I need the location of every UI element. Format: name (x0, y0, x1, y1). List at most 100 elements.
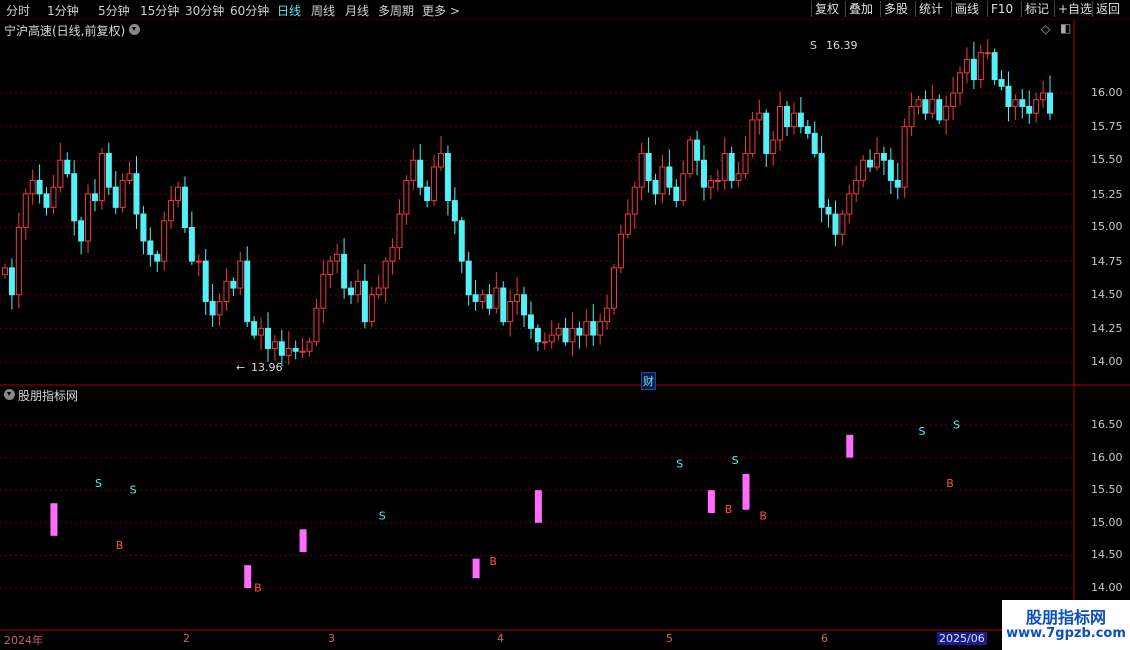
candle-body (583, 321, 590, 336)
candle (479, 289, 486, 310)
candle (112, 171, 119, 215)
high-marker: S (810, 39, 817, 52)
candle-body (749, 119, 756, 155)
candle (417, 144, 424, 196)
f10-button[interactable]: F10 (987, 1, 1016, 17)
mark-button[interactable]: 标记 (1021, 1, 1052, 17)
fuquan-button[interactable]: 复权 (811, 1, 842, 17)
sell-signal: S (676, 457, 683, 470)
sell-signal: S (919, 425, 926, 438)
candle-body (728, 153, 735, 181)
price-tick: 15.50 (1091, 153, 1123, 166)
stats-button[interactable]: 统计 (915, 1, 946, 17)
watermark-title: 股朋指标网 (1025, 608, 1106, 627)
candle-body (784, 105, 791, 128)
candle (313, 298, 320, 346)
candle-body (687, 139, 694, 175)
candle-body (763, 112, 770, 155)
low-arrow-icon: ← (236, 361, 246, 374)
candle (957, 66, 964, 106)
candle-body (223, 280, 230, 302)
candle (922, 90, 929, 120)
overlay-button[interactable]: 叠加 (845, 1, 876, 17)
candle-body (1040, 92, 1047, 101)
candle-body (970, 58, 977, 81)
period-daily[interactable]: 日线 (277, 2, 301, 19)
candlestick-series (2, 39, 1053, 367)
date-cursor-label: 2025/06 (937, 632, 987, 645)
candle-body (991, 52, 998, 81)
candle (78, 216, 85, 255)
candle (901, 118, 908, 198)
candle-body (569, 327, 576, 343)
candle (140, 205, 147, 255)
candle (742, 136, 749, 180)
candle-body (472, 294, 479, 302)
panel-toggle-icon[interactable]: ◧ (1060, 21, 1071, 35)
candle (292, 340, 299, 360)
candle-body (957, 72, 964, 94)
candle-body (479, 294, 486, 302)
candle (368, 286, 375, 328)
candle-body (521, 294, 528, 316)
candle-body (846, 193, 853, 215)
signal-bar (299, 529, 307, 553)
candle (57, 142, 64, 193)
period-more[interactable]: 更多 > (422, 2, 460, 19)
period-30min[interactable]: 30分钟 (185, 2, 224, 19)
period-fenshi[interactable]: 分时 (6, 2, 30, 19)
candle-body (2, 267, 8, 276)
candle-body (368, 294, 375, 323)
period-toolbar: 分时 1分钟 5分钟 15分钟 30分钟 60分钟 日线 周线 月线 多周期 更… (0, 0, 1130, 20)
diamond-icon[interactable]: ◇ (1041, 22, 1050, 36)
candle (728, 146, 735, 189)
indicator-tick: 16.50 (1091, 418, 1123, 431)
candle-body (714, 179, 721, 182)
period-monthly[interactable]: 月线 (345, 2, 369, 19)
candle-body (209, 300, 216, 316)
period-multi[interactable]: 多周期 (378, 2, 414, 19)
candle-body (313, 307, 320, 343)
candle-body (320, 274, 327, 309)
candle-body (873, 153, 880, 168)
candle (873, 137, 880, 172)
candle-body (278, 341, 285, 356)
candle (825, 199, 832, 228)
signal-bar (534, 490, 542, 523)
candle-body (465, 260, 472, 296)
candle (334, 243, 341, 274)
date-label: 2 (183, 632, 190, 645)
candle-body (832, 213, 839, 235)
candle-body (527, 314, 534, 329)
period-5min[interactable]: 5分钟 (98, 2, 130, 19)
candle-body (500, 287, 507, 323)
sell-signal: S (130, 483, 137, 496)
candle (853, 165, 860, 202)
candle-body (334, 253, 341, 262)
period-weekly[interactable]: 周线 (311, 2, 335, 19)
watermark-url: www.7gpzb.com (1006, 626, 1126, 641)
candle-body (410, 159, 417, 181)
candle (320, 259, 327, 323)
candle-body (299, 350, 306, 353)
candle-body (929, 99, 936, 114)
period-1min[interactable]: 1分钟 (47, 2, 79, 19)
candle (382, 257, 389, 303)
low-price-label: 13.96 (251, 361, 283, 374)
indicator-dropdown-icon[interactable] (4, 389, 15, 400)
candle-body (1005, 85, 1012, 107)
multi-stock-button[interactable]: 多股 (880, 1, 911, 17)
add-favorite-button[interactable]: +自选 (1054, 1, 1095, 17)
candle-body (617, 233, 624, 269)
indicator-series: S S B B S B S B S B S S B (50, 418, 960, 594)
candle (29, 169, 36, 205)
finance-marker[interactable]: 财 (641, 372, 656, 390)
draw-line-button[interactable]: 画线 (951, 1, 982, 17)
sell-signal: S (95, 477, 102, 490)
period-60min[interactable]: 60分钟 (230, 2, 269, 19)
candle (562, 317, 569, 346)
back-button[interactable]: 返回 (1092, 1, 1123, 17)
period-15min[interactable]: 15分钟 (140, 2, 179, 19)
title-dropdown-icon[interactable] (129, 24, 140, 35)
candle (2, 263, 8, 279)
